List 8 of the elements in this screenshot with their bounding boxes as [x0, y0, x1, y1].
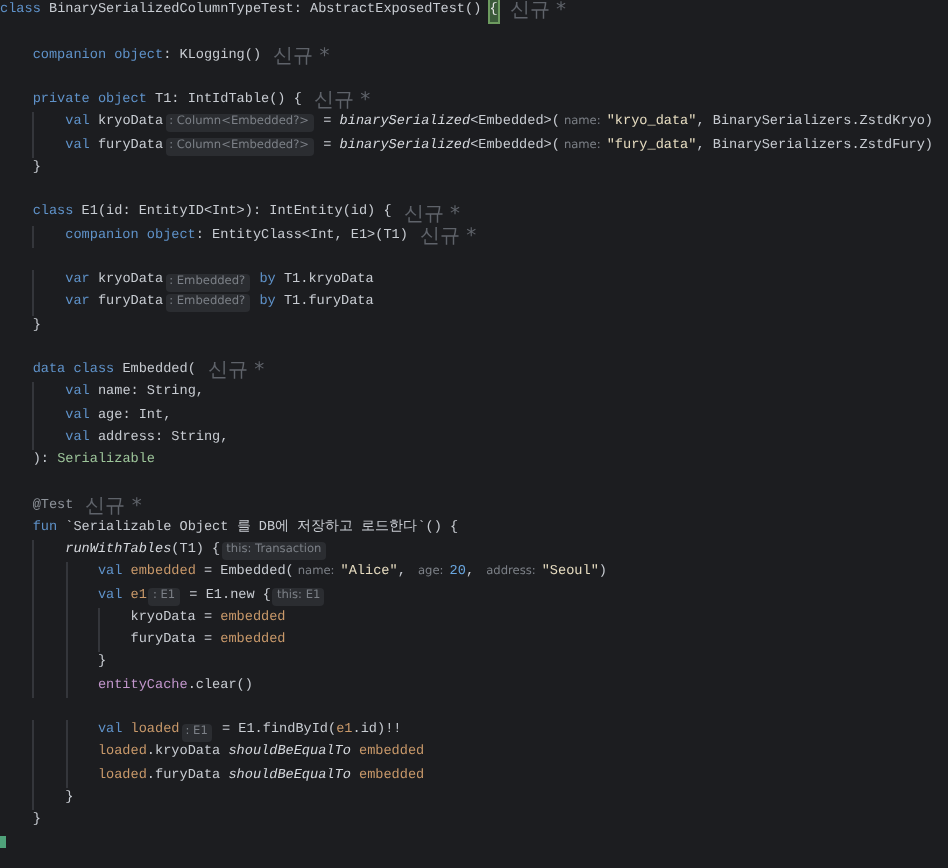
change-marker-icon [0, 836, 6, 848]
author-hint: 신규 * [419, 225, 477, 248]
author-hint: 신규 * [403, 203, 460, 225]
author-hint: 신규 * [313, 90, 371, 113]
author-hint: 신규 * [85, 495, 142, 518]
author-hint: 신규 * [207, 360, 265, 383]
author-hint: 신규 * [273, 45, 330, 68]
author-hint: 신규 * [509, 0, 567, 23]
